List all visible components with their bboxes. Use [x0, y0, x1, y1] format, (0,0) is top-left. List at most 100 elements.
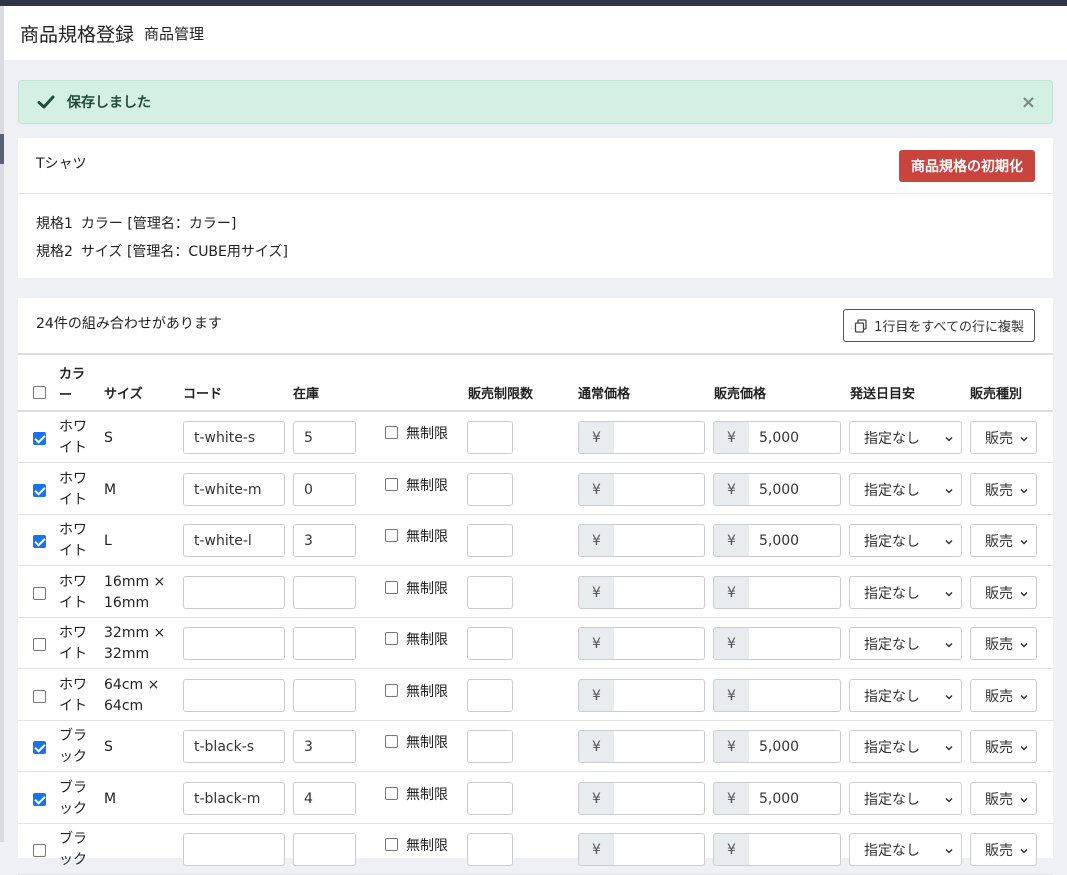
unlimited-option[interactable]: 無制限 [385, 629, 448, 649]
chevron-down-icon [945, 642, 953, 648]
normal-price-input[interactable] [614, 627, 705, 660]
sale-price-input[interactable] [749, 833, 841, 866]
select-all-checkbox[interactable] [33, 386, 46, 399]
sale-limit-input[interactable] [467, 679, 513, 712]
ship-date-select[interactable]: 指定なし [849, 524, 962, 557]
unlimited-option[interactable]: 無制限 [385, 475, 448, 495]
row-select-checkbox[interactable] [33, 587, 46, 600]
unlimited-checkbox[interactable] [385, 735, 398, 748]
ship-date-select[interactable]: 指定なし [849, 421, 962, 454]
unlimited-option[interactable]: 無制限 [385, 578, 448, 598]
row-select-checkbox[interactable] [33, 535, 46, 548]
row-select-checkbox[interactable] [33, 690, 46, 703]
ship-date-select[interactable]: 指定なし [849, 730, 962, 763]
stock-input[interactable] [293, 576, 356, 609]
sale-price-input[interactable] [749, 627, 841, 660]
row-select-checkbox[interactable] [33, 484, 46, 497]
code-input[interactable]: t-black-s [183, 730, 285, 763]
code-input[interactable] [183, 627, 285, 660]
sale-limit-input[interactable] [467, 421, 513, 454]
sale-type-select[interactable]: 販売 [970, 833, 1037, 866]
ship-date-select[interactable]: 指定なし [849, 473, 962, 506]
unlimited-option[interactable]: 無制限 [385, 423, 448, 443]
sale-price-input[interactable]: 5,000 [749, 421, 841, 454]
row-size: 64cm × 64cm [104, 677, 160, 714]
sale-price-input[interactable]: 5,000 [749, 473, 841, 506]
sale-limit-input[interactable] [467, 576, 513, 609]
sale-type-select[interactable]: 販売 [970, 730, 1037, 763]
normal-price-input[interactable] [614, 576, 705, 609]
sale-type-select[interactable]: 販売 [970, 524, 1037, 557]
row-select-checkbox[interactable] [33, 793, 46, 806]
code-input[interactable]: t-white-m [183, 473, 285, 506]
normal-price-input[interactable] [614, 679, 705, 712]
row-select-checkbox[interactable] [33, 844, 46, 857]
left-sidebar-edge[interactable] [0, 6, 4, 842]
stock-input[interactable]: 4 [293, 782, 356, 815]
code-input[interactable] [183, 679, 285, 712]
code-input[interactable]: t-black-m [183, 782, 285, 815]
normal-price-input[interactable] [614, 524, 705, 557]
sale-type-select[interactable]: 販売 [970, 473, 1037, 506]
row-select-checkbox[interactable] [33, 741, 46, 754]
unlimited-checkbox[interactable] [385, 632, 398, 645]
normal-price-input[interactable] [614, 473, 705, 506]
sale-type-value: 販売 [985, 482, 1013, 499]
sale-type-select[interactable]: 販売 [970, 576, 1037, 609]
normal-price-input[interactable] [614, 782, 705, 815]
ship-date-select[interactable]: 指定なし [849, 679, 962, 712]
stock-input[interactable]: 3 [293, 524, 356, 557]
sale-price-input[interactable] [749, 679, 841, 712]
unlimited-option[interactable]: 無制限 [385, 732, 448, 752]
ship-date-select[interactable]: 指定なし [849, 782, 962, 815]
sale-price-input[interactable]: 5,000 [749, 730, 841, 763]
unlimited-checkbox[interactable] [385, 529, 398, 542]
stock-input[interactable]: 3 [293, 730, 356, 763]
unlimited-checkbox[interactable] [385, 581, 398, 594]
unlimited-option[interactable]: 無制限 [385, 526, 448, 546]
ship-date-select[interactable]: 指定なし [849, 833, 962, 866]
reset-spec-button[interactable]: 商品規格の初期化 [899, 150, 1035, 182]
code-input[interactable]: t-white-l [183, 524, 285, 557]
normal-price-input[interactable] [614, 421, 705, 454]
stock-input[interactable]: 0 [293, 473, 356, 506]
close-icon[interactable]: × [1021, 92, 1036, 113]
code-input[interactable] [183, 576, 285, 609]
unlimited-option[interactable]: 無制限 [385, 835, 448, 855]
unlimited-option[interactable]: 無制限 [385, 681, 448, 701]
sale-type-select[interactable]: 販売 [970, 782, 1037, 815]
normal-price-input[interactable] [614, 730, 705, 763]
normal-price-input[interactable] [614, 833, 705, 866]
unlimited-option[interactable]: 無制限 [385, 784, 448, 804]
unlimited-checkbox[interactable] [385, 838, 398, 851]
stock-input[interactable] [293, 679, 356, 712]
sale-limit-input[interactable] [467, 730, 513, 763]
unlimited-checkbox[interactable] [385, 684, 398, 697]
code-input[interactable]: t-white-s [183, 421, 285, 454]
sale-price-input[interactable] [749, 576, 841, 609]
sale-price-input[interactable]: 5,000 [749, 782, 841, 815]
code-input[interactable] [183, 833, 285, 866]
stock-input[interactable] [293, 833, 356, 866]
sale-type-select[interactable]: 販売 [970, 421, 1037, 454]
stock-input[interactable]: 5 [293, 421, 356, 454]
sale-type-select[interactable]: 販売 [970, 679, 1037, 712]
ship-date-select[interactable]: 指定なし [849, 576, 962, 609]
unlimited-checkbox[interactable] [385, 478, 398, 491]
sale-limit-input[interactable] [467, 524, 513, 557]
copy-first-row-button[interactable]: 1行目をすべての行に複製 [843, 309, 1035, 342]
sale-limit-input[interactable] [467, 782, 513, 815]
unlimited-label: 無制限 [406, 787, 448, 803]
unlimited-checkbox[interactable] [385, 787, 398, 800]
row-select-checkbox[interactable] [33, 432, 46, 445]
yen-prefix: ¥ [578, 679, 615, 712]
sale-price-input[interactable]: 5,000 [749, 524, 841, 557]
sale-limit-input[interactable] [467, 833, 513, 866]
stock-input[interactable] [293, 627, 356, 660]
unlimited-checkbox[interactable] [385, 426, 398, 439]
sale-limit-input[interactable] [467, 627, 513, 660]
sale-type-select[interactable]: 販売 [970, 627, 1037, 660]
sale-limit-input[interactable] [467, 473, 513, 506]
ship-date-select[interactable]: 指定なし [849, 627, 962, 660]
row-select-checkbox[interactable] [33, 638, 46, 651]
